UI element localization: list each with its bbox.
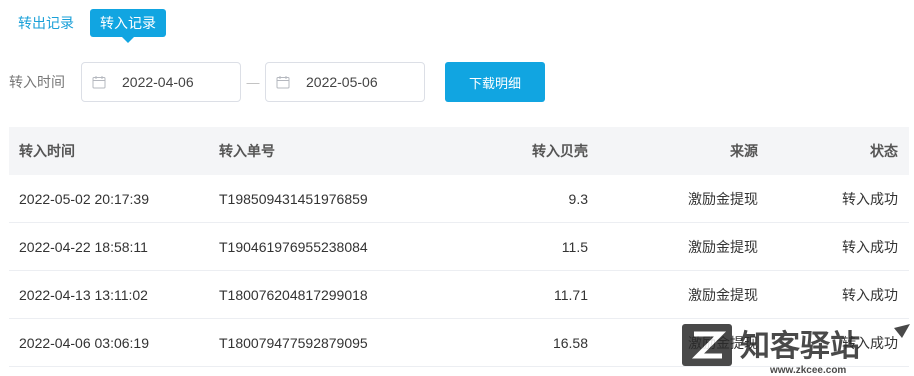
cell-source: 激励金提现 [688,286,758,303]
table-row: 2022-04-13 13:11:02 T180076204817299018 … [9,271,909,319]
watermark-logo: 知客驿站 www.zkcee.com [682,324,910,376]
tab-bar: 转出记录 转入记录 [8,8,172,43]
header-shells: 转入贝壳 [532,143,588,159]
cell-order-no: T198509431451976859 [219,190,368,207]
cell-order-no: T190461976955238084 [219,238,368,255]
filter-label: 转入时间 [9,74,65,90]
end-date-value: 2022-05-06 [306,74,378,90]
cell-status: 转入成功 [842,238,898,255]
date-separator: — [246,74,260,90]
cell-time: 2022-05-02 20:17:39 [19,190,149,207]
table-row: 2022-04-22 18:58:11 T190461976955238084 … [9,223,909,271]
cell-shells: 9.3 [568,190,588,207]
cell-shells: 16.58 [552,334,588,351]
cell-source: 激励金提现 [688,238,758,255]
header-time: 转入时间 [19,143,75,159]
cell-time: 2022-04-13 13:11:02 [19,286,148,303]
cell-shells: 11.5 [561,238,588,255]
tab-transfer-in[interactable]: 转入记录 [90,9,166,43]
start-date-picker[interactable]: 2022-04-06 [81,62,241,102]
date-filter: 转入时间 2022-04-06 — 2022-05-06 下载明细 [9,62,545,102]
cell-time: 2022-04-22 18:58:11 [19,238,148,255]
calendar-icon [276,76,290,89]
calendar-icon [92,76,106,89]
tab-transfer-out[interactable]: 转出记录 [8,9,84,37]
header-status: 状态 [870,143,898,159]
cell-time: 2022-04-06 03:06:19 [19,334,149,351]
table-row: 2022-05-02 20:17:39 T198509431451976859 … [9,175,909,223]
start-date-value: 2022-04-06 [122,74,194,90]
cell-order-no: T180079477592879095 [219,334,368,351]
cell-order-no: T180076204817299018 [219,286,368,303]
header-order-no: 转入单号 [219,143,275,159]
cell-shells: 11.71 [554,286,588,303]
cell-status: 转入成功 [842,286,898,303]
cell-source: 激励金提现 [688,190,758,207]
table-header: 转入时间 转入单号 转入贝壳 来源 状态 [9,127,909,175]
watermark-url: www.zkcee.com [769,365,846,376]
end-date-picker[interactable]: 2022-05-06 [265,62,425,102]
cell-status: 转入成功 [842,190,898,207]
download-details-button[interactable]: 下载明细 [445,62,545,102]
header-source: 来源 [730,143,758,159]
watermark-brand: 知客驿站 [740,329,860,364]
